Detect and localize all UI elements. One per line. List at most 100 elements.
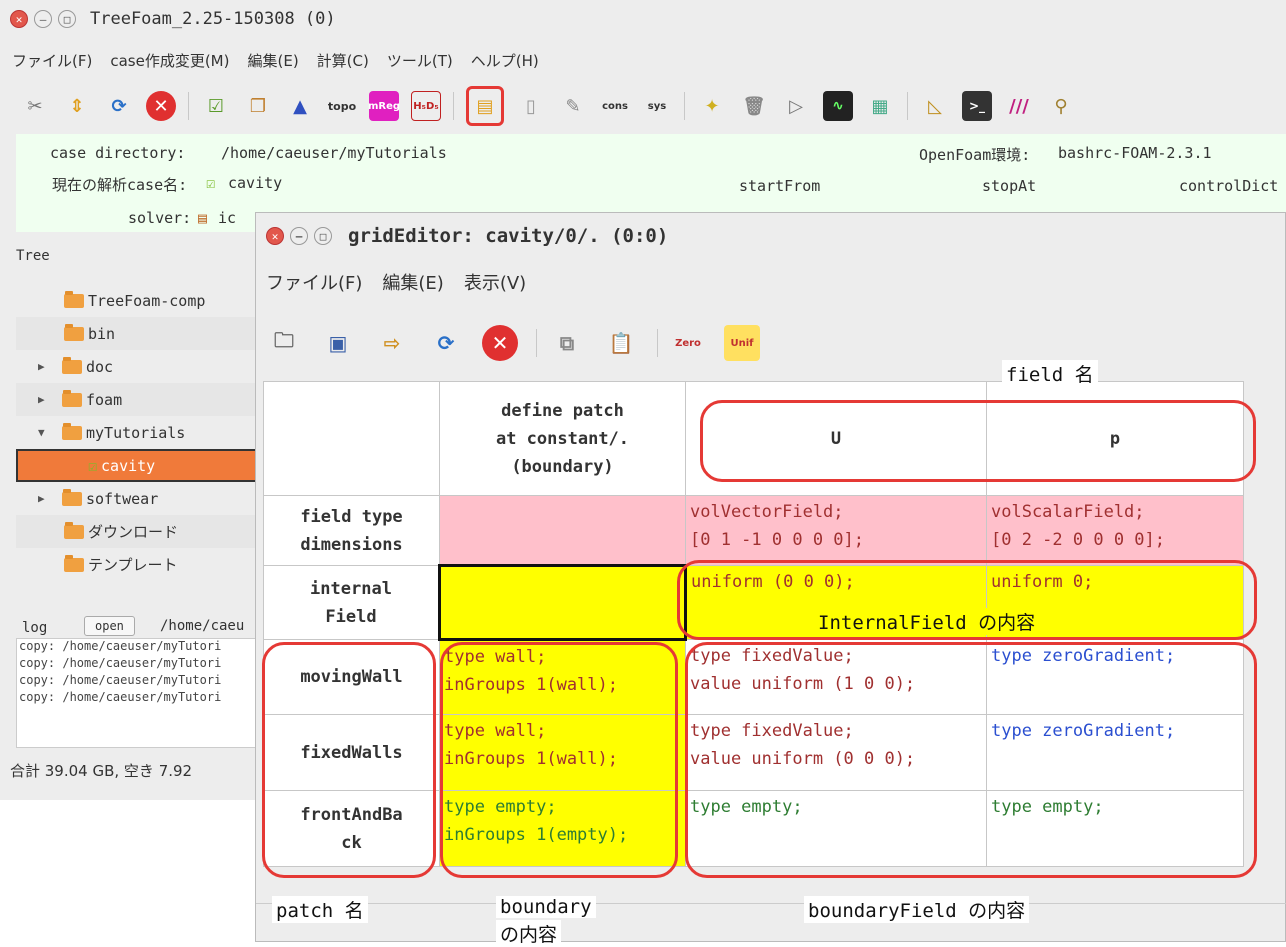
check-doc-icon[interactable]: ☑	[201, 91, 231, 121]
menu-file[interactable]: ファイル(F)	[266, 269, 362, 295]
main-titlebar: ✕ – □ TreeFoam_2.25-150308 (0)	[0, 0, 1286, 38]
stop-icon[interactable]: ✕	[482, 325, 518, 361]
log-area: log open /home/caeu copy: /home/caeuser/…	[16, 610, 266, 780]
header-field-u[interactable]: U	[685, 381, 987, 496]
mesh-icon[interactable]: ▲	[285, 91, 315, 121]
refresh-icon[interactable]: ⟳	[428, 325, 464, 361]
menu-calc[interactable]: 計算(C)	[317, 50, 369, 76]
annotation-boundary-content-2: の内容	[496, 920, 562, 947]
table-row-field-type: field type dimensions volVectorField; [0…	[263, 495, 1244, 566]
stop-icon[interactable]: ✕	[146, 91, 176, 121]
expand-arrow-icon[interactable]: ▶	[38, 360, 52, 373]
close-window-icon[interactable]: ✕	[266, 227, 284, 245]
annotation-internal-field: InternalField の内容	[814, 608, 1040, 635]
menu-file[interactable]: ファイル(F)	[12, 50, 92, 76]
copy-doc-icon[interactable]: ❐	[243, 91, 273, 121]
menu-case[interactable]: case作成変更(M)	[110, 50, 229, 76]
trash-icon[interactable]: 🗑	[739, 91, 769, 121]
header-line: define patch	[501, 400, 624, 421]
doc-icon[interactable]: ▯	[516, 91, 546, 121]
table-header-row: define patch at constant/. (boundary) U …	[263, 381, 1244, 496]
topo-icon[interactable]: topo	[327, 91, 357, 121]
menu-edit[interactable]: 編集(E)	[382, 269, 443, 295]
grid-editor-titlebar: ✕ – □ gridEditor: cavity/0/. (0:0)	[256, 213, 1285, 259]
log-open-button[interactable]: open	[84, 616, 135, 636]
minimize-window-icon[interactable]: –	[34, 10, 52, 28]
header-boundary[interactable]: define patch at constant/. (boundary)	[439, 381, 686, 496]
table-row-internal-field: internal Field uniform (0 0 0); uniform …	[263, 564, 1244, 641]
cell-p[interactable]: type empty;	[986, 790, 1244, 867]
cell-u[interactable]: type empty;	[685, 790, 987, 867]
expand-arrow-icon[interactable]: ▶	[38, 393, 52, 406]
menu-view[interactable]: 表示(V)	[464, 269, 526, 295]
star-icon[interactable]: ✦	[697, 91, 727, 121]
grid-editor-toolbar: 🗀 ▣ ⇨ ⟳ ✕ ⧉ 📋 Zero Unif	[266, 317, 778, 369]
tree-item-cavity[interactable]: ☑ cavity	[16, 449, 266, 482]
tree-item-bin[interactable]: bin	[16, 317, 266, 350]
tree-item-doc[interactable]: ▶ doc	[16, 350, 266, 383]
unif-icon[interactable]: Unif	[724, 325, 760, 361]
tree-item-foam[interactable]: ▶ foam	[16, 383, 266, 416]
cell-boundary-selected[interactable]	[438, 564, 687, 641]
close-window-icon[interactable]: ✕	[10, 10, 28, 28]
triangle-icon[interactable]: ◺	[920, 91, 950, 121]
cons-icon[interactable]: cons	[600, 91, 630, 121]
paraview-icon[interactable]: ///	[1004, 91, 1034, 121]
hdf-icon[interactable]: H₅D₅	[411, 91, 441, 121]
annotation-patch-name: patch 名	[272, 896, 368, 923]
zero-icon[interactable]: Zero	[670, 325, 706, 361]
menu-edit[interactable]: 編集(E)	[247, 50, 298, 76]
tree-item-softwear[interactable]: ▶ softwear	[16, 482, 266, 515]
log-line: copy: /home/caeuser/myTutori	[19, 639, 222, 653]
open-icon[interactable]: 🗀	[266, 325, 302, 361]
toolbar-separator	[536, 329, 537, 357]
log-text[interactable]: copy: /home/caeuser/myTutori copy: /home…	[16, 638, 266, 748]
expand-arrow-icon[interactable]: ▶	[38, 492, 52, 505]
cell-boundary[interactable]: type empty; inGroups 1(empty);	[439, 790, 686, 867]
cell-p[interactable]: volScalarField; [0 2 -2 0 0 0 0];	[986, 495, 1244, 566]
grid-editor-window: ✕ – □ gridEditor: cavity/0/. (0:0) ファイル(…	[255, 212, 1286, 942]
cell-p[interactable]: type zeroGradient;	[986, 714, 1244, 791]
folder-icon	[64, 290, 84, 308]
tree-item-mytutorials[interactable]: ▼ myTutorials	[16, 416, 266, 449]
up-down-icon[interactable]: ⇕	[62, 91, 92, 121]
edit-doc-icon[interactable]: ✎	[558, 91, 588, 121]
layout-icon[interactable]: ▦	[865, 91, 895, 121]
cell-boundary[interactable]: type wall; inGroups 1(wall);	[439, 714, 686, 791]
maximize-window-icon[interactable]: □	[58, 10, 76, 28]
grid-editor-bottom-frame	[256, 903, 1286, 943]
tree-item-template[interactable]: テンプレート	[16, 548, 266, 581]
cell-boundary[interactable]: type wall; inGroups 1(wall);	[439, 639, 686, 715]
tools-icon[interactable]: ✂	[20, 91, 50, 121]
copy-icon[interactable]: ⧉	[549, 325, 585, 361]
cell-u[interactable]: volVectorField; [0 1 -1 0 0 0 0];	[685, 495, 987, 566]
log-line: copy: /home/caeuser/myTutori	[19, 690, 222, 704]
solver-value: ic	[218, 209, 237, 227]
tree-item-treefoam-comp[interactable]: TreeFoam-comp	[16, 284, 266, 317]
header-field-p[interactable]: p	[986, 381, 1244, 496]
cell-p[interactable]: type zeroGradient;	[986, 639, 1244, 715]
maximize-window-icon[interactable]: □	[314, 227, 332, 245]
play-icon[interactable]: ▷	[781, 91, 811, 121]
sys-icon[interactable]: sys	[642, 91, 672, 121]
extra-icon[interactable]: ⚲	[1046, 91, 1076, 121]
cell-u[interactable]: type fixedValue; value uniform (0 0 0);	[685, 714, 987, 791]
save-icon[interactable]: ▣	[320, 325, 356, 361]
solver-file-icon: ▤	[198, 209, 208, 227]
tree-item-download[interactable]: ダウンロード	[16, 515, 266, 548]
export-icon[interactable]: ⇨	[374, 325, 410, 361]
grid-editor-icon[interactable]: ▤	[466, 86, 504, 126]
monitor-icon[interactable]: ∿	[823, 91, 853, 121]
collapse-arrow-icon[interactable]: ▼	[38, 426, 52, 439]
minimize-window-icon[interactable]: –	[290, 227, 308, 245]
refresh-icon[interactable]: ⟳	[104, 91, 134, 121]
cell-u[interactable]: type fixedValue; value uniform (1 0 0);	[685, 639, 987, 715]
grid-editor-title: gridEditor: cavity/0/. (0:0)	[348, 225, 669, 247]
terminal-icon[interactable]: >_	[962, 91, 992, 121]
mreg-icon[interactable]: mReg	[368, 91, 400, 121]
paste-icon[interactable]: 📋	[603, 325, 639, 361]
cell-boundary[interactable]	[439, 495, 686, 566]
row-header: field type dimensions	[263, 495, 440, 566]
menu-help[interactable]: ヘルプ(H)	[471, 50, 539, 76]
menu-tools[interactable]: ツール(T)	[387, 50, 453, 76]
